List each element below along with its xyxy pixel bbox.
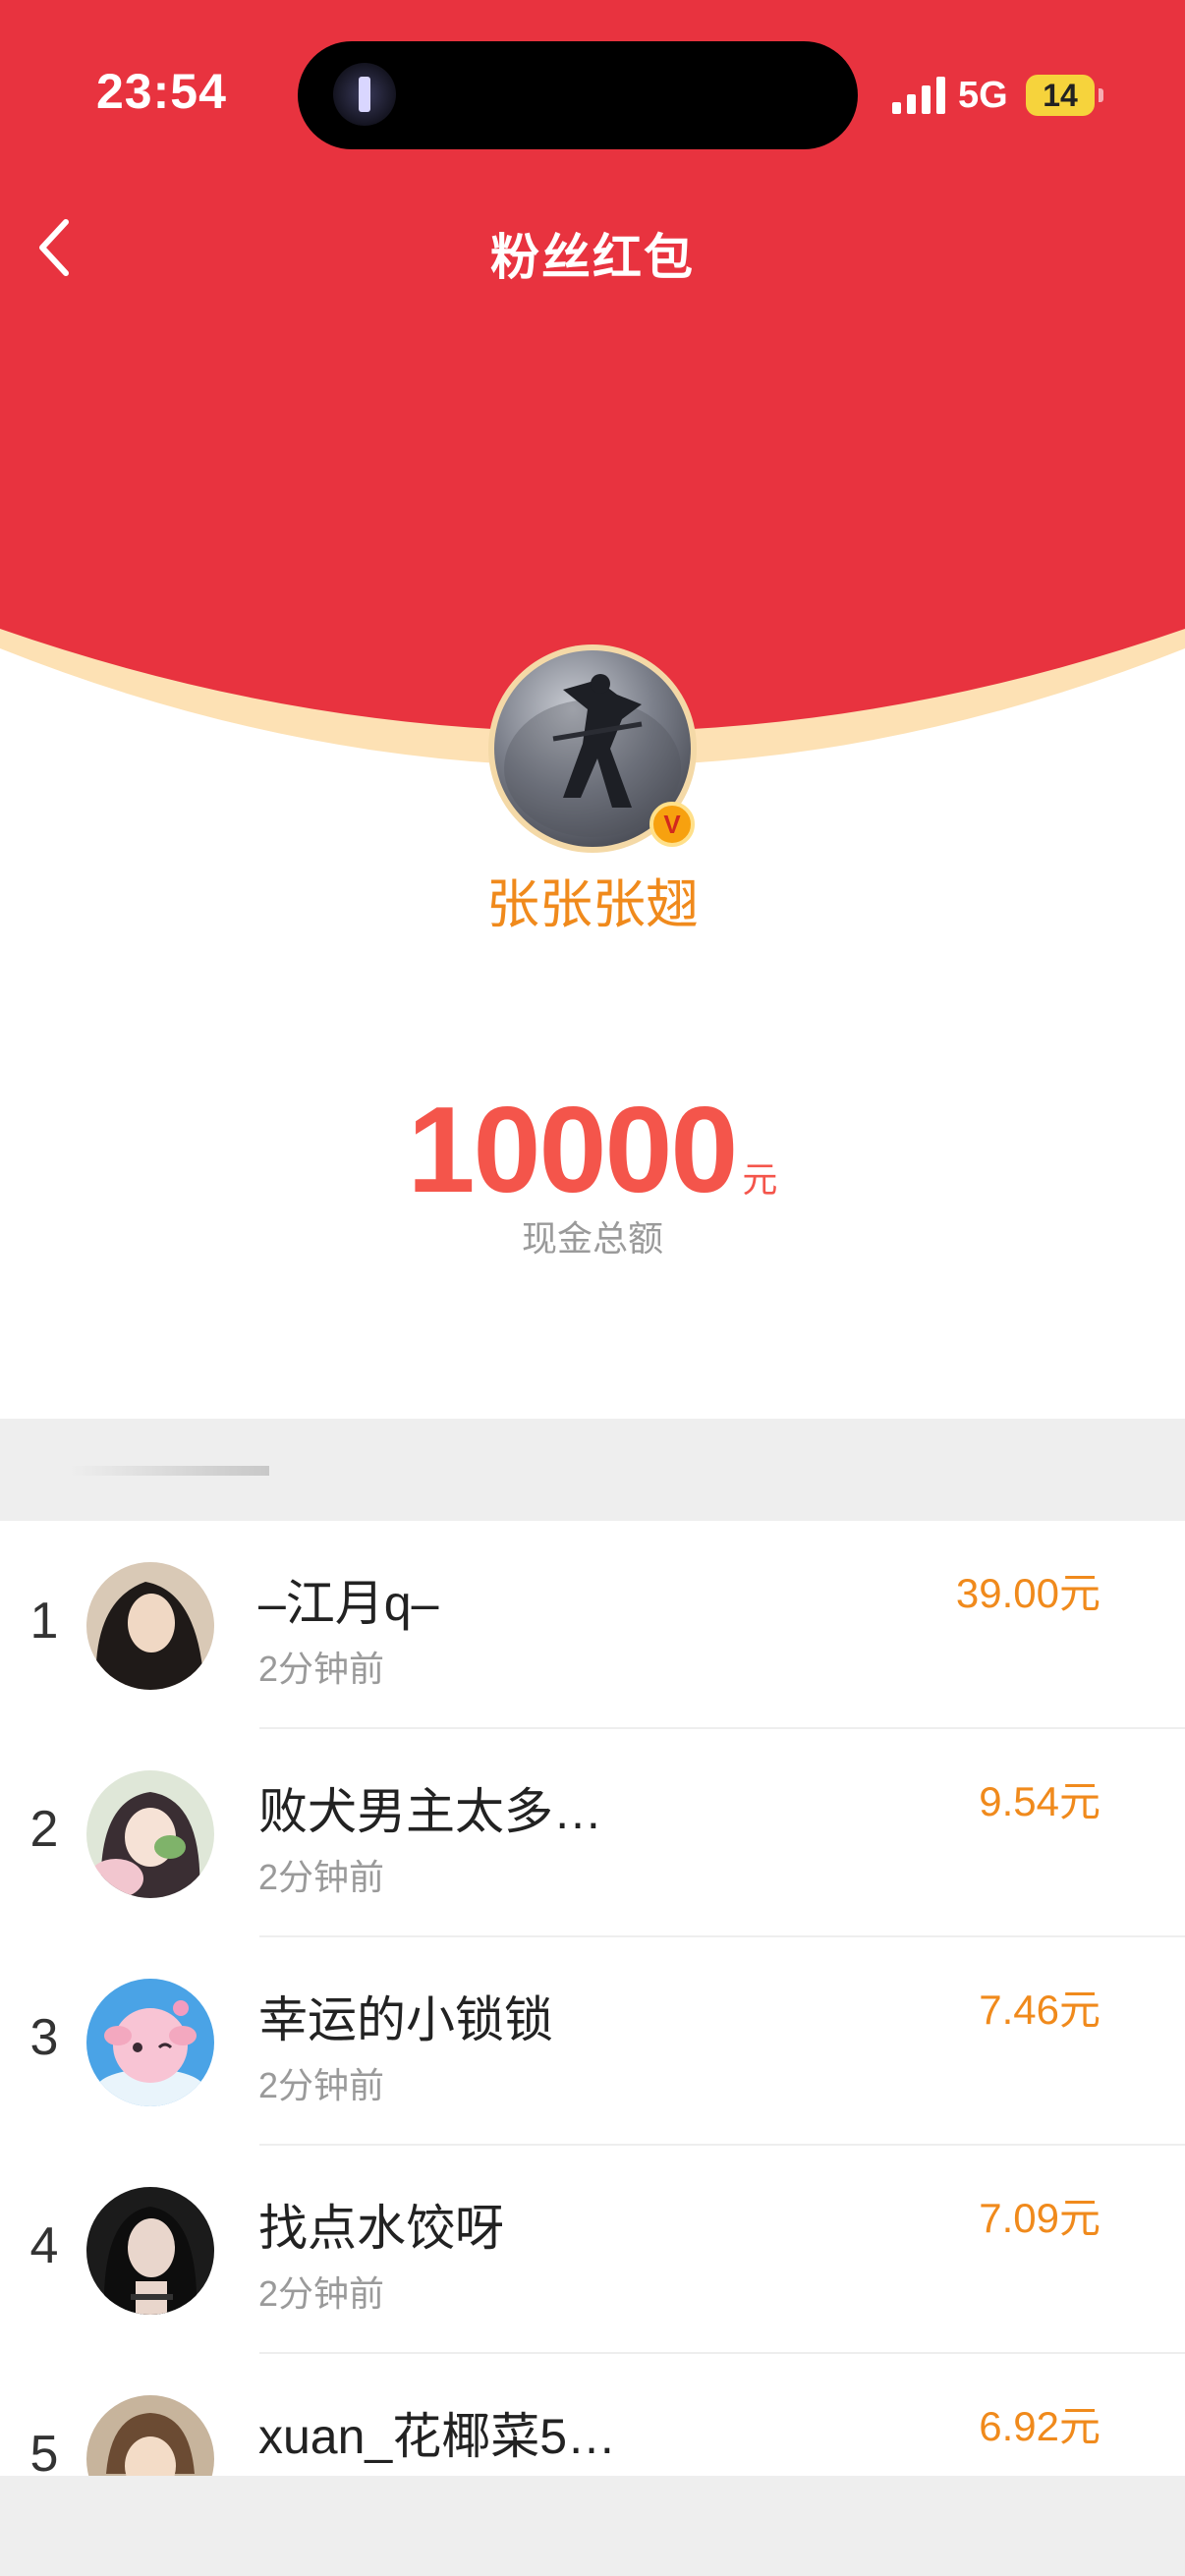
battery-icon: 14 [1026, 75, 1103, 116]
claim-time: 2分钟前 [258, 2065, 385, 2105]
creator-name: 张张张翅 [486, 875, 699, 934]
user-name: 败犬男主太多… [258, 1784, 602, 1839]
user-avatar[interactable] [86, 1562, 214, 1690]
user-name: 找点水饺呀 [258, 2201, 504, 2256]
rank-number: 4 [29, 2217, 59, 2274]
rank-number: 2 [29, 1801, 59, 1858]
network-type: 5G [958, 75, 1008, 116]
bottom-bar [0, 2476, 1185, 2576]
divider-mark [69, 1466, 269, 1476]
user-avatar[interactable] [86, 2395, 214, 2476]
page-title: 粉丝红包 [490, 230, 695, 285]
list-item[interactable]: 1 –江月q– 2分钟前 39.00元 [0, 1521, 1185, 1729]
claim-amount: 6.92元 [979, 2403, 1100, 2449]
rank-number: 5 [29, 2426, 59, 2476]
dynamic-island [298, 41, 858, 149]
claim-amount: 9.54元 [979, 1778, 1100, 1824]
user-name: –江月q– [258, 1576, 439, 1631]
section-divider [0, 1419, 1185, 1521]
list-item[interactable]: 5 xuan_花椰菜5… 6.92元 [0, 2354, 1185, 2476]
claim-time: 2分钟前 [258, 2273, 385, 2314]
user-avatar[interactable] [86, 1979, 214, 2106]
user-name: xuan_花椰菜5… [258, 2409, 617, 2464]
user-name: 幸运的小锁锁 [258, 1992, 553, 2047]
claim-list[interactable]: 1 –江月q– 2分钟前 39.00元 2 败犬男主太多… 2分钟前 9.54元 [0, 1521, 1185, 2476]
total-amount: 10000 元 [0, 1081, 1185, 1220]
total-amount-unit: 元 [742, 1159, 778, 1200]
rank-number: 3 [29, 2009, 59, 2066]
total-amount-value: 10000 [407, 1083, 739, 1218]
rank-number: 1 [29, 1593, 59, 1650]
flashlight-icon [333, 63, 396, 126]
claim-time: 2分钟前 [258, 1857, 385, 1897]
status-time: 23:54 [96, 64, 227, 119]
signal-icon [892, 77, 945, 114]
claim-time: 2分钟前 [258, 1649, 385, 1689]
claim-amount: 7.09元 [979, 2195, 1100, 2241]
list-item[interactable]: 2 败犬男主太多… 2分钟前 9.54元 [0, 1729, 1185, 1937]
list-item[interactable]: 3 幸运的小锁锁 2分钟前 7.46元 [0, 1937, 1185, 2146]
status-bar: 23:54 5G 14 [0, 0, 1185, 196]
claim-amount: 7.46元 [979, 1987, 1100, 2033]
verified-badge-icon: V [649, 802, 695, 847]
list-item[interactable]: 4 找点水饺呀 2分钟前 7.09元 [0, 2146, 1185, 2354]
total-amount-caption: 现金总额 [521, 1218, 663, 1259]
claim-amount: 39.00元 [955, 1570, 1100, 1616]
user-avatar[interactable] [86, 1770, 214, 1898]
user-avatar[interactable] [86, 2187, 214, 2315]
creator-avatar[interactable]: V [488, 644, 697, 853]
